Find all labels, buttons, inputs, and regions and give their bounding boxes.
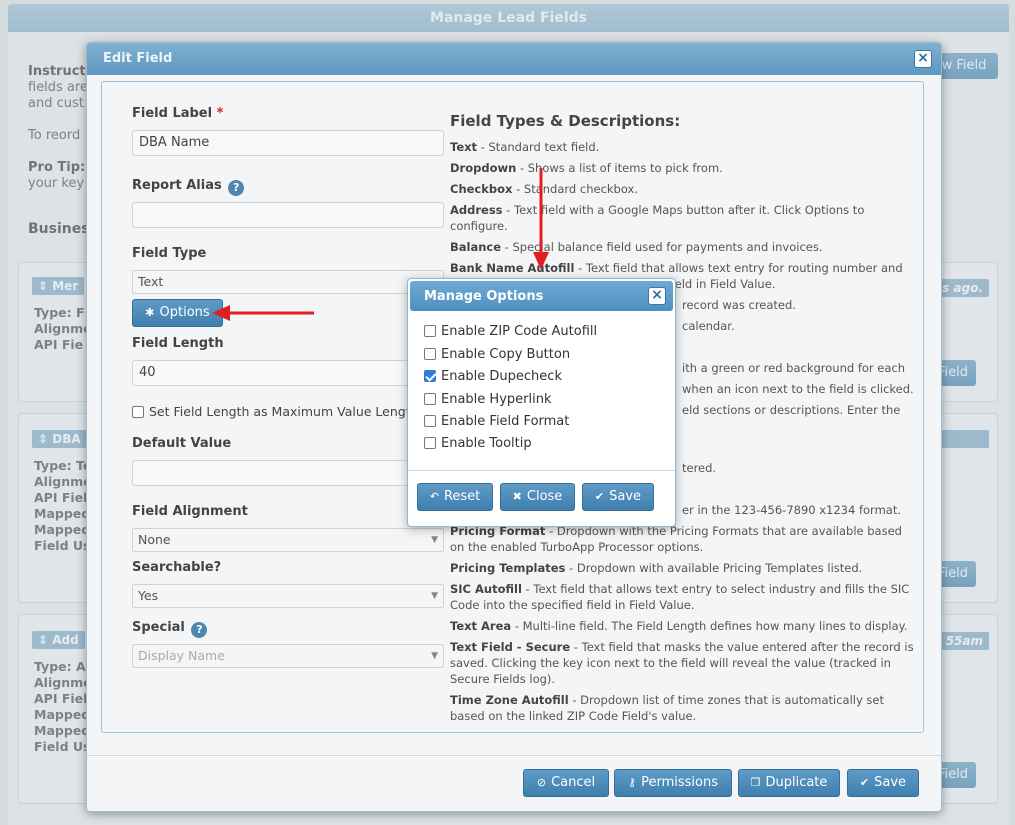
arrow-to-options xyxy=(212,305,314,321)
annotation-arrows xyxy=(212,168,549,321)
arrow-to-manage-options xyxy=(533,168,549,270)
